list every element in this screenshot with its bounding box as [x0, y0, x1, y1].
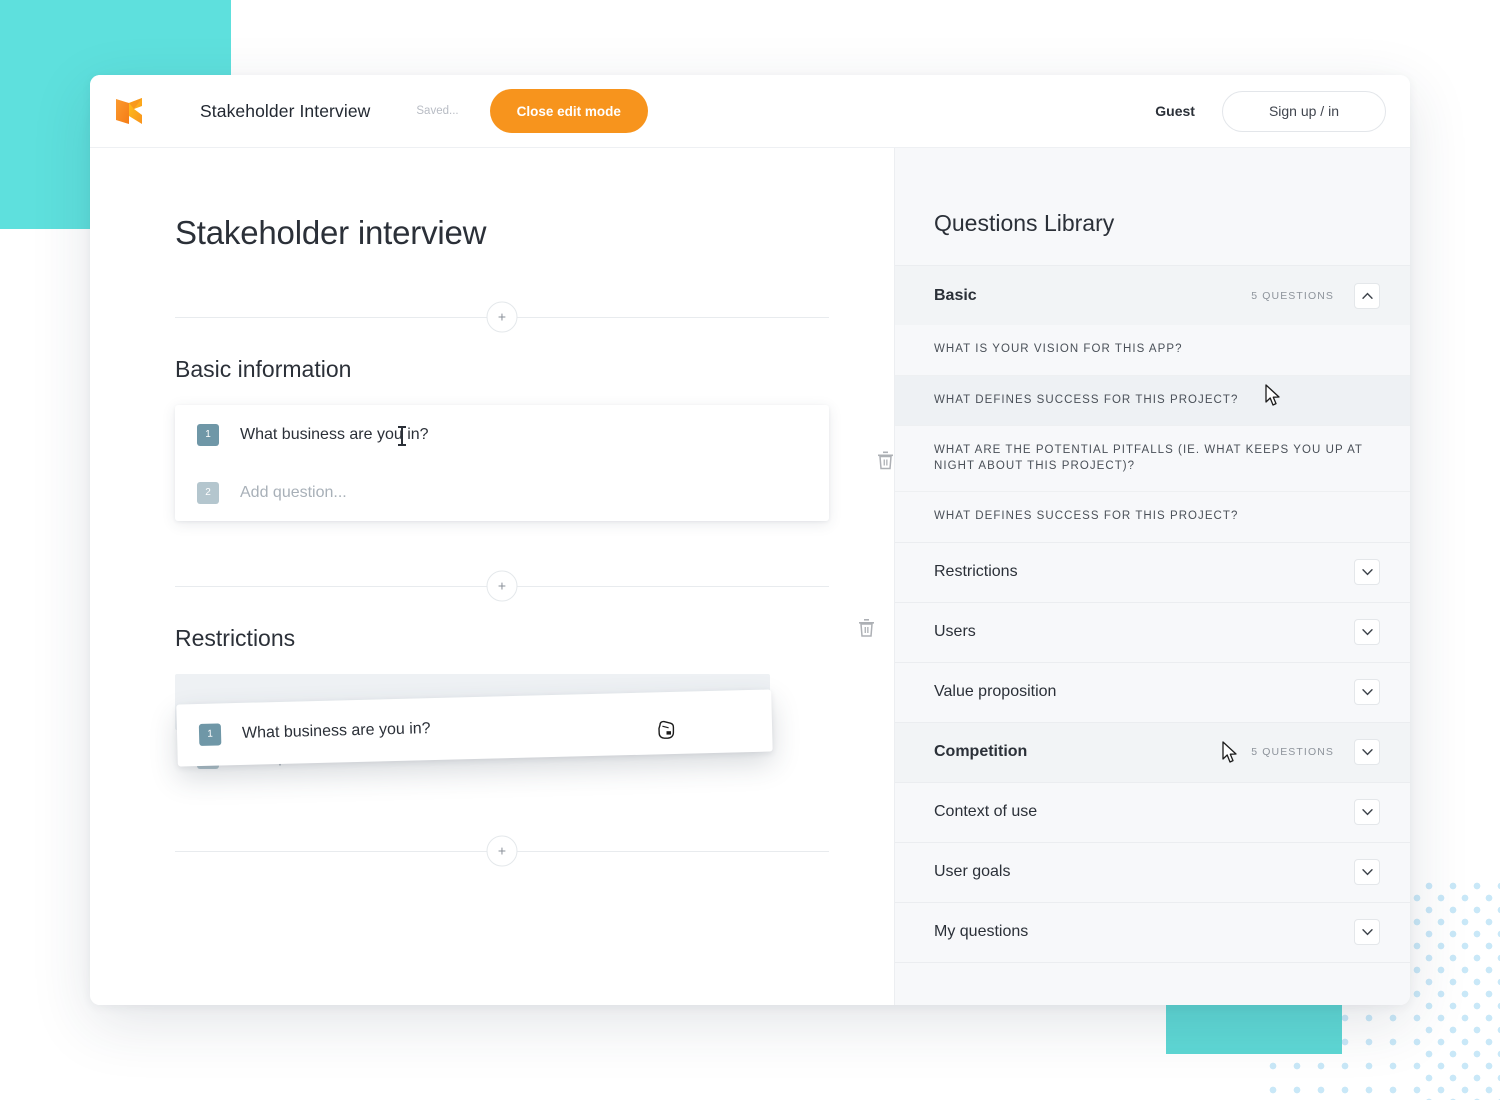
app-window: Stakeholder Interview Saved... Close edi…	[90, 75, 1410, 1005]
trash-icon[interactable]	[858, 618, 875, 638]
question-card-basic-information: 1 What business are you in? 2 Add questi…	[175, 405, 893, 521]
user-label: Guest	[1155, 103, 1195, 119]
add-section-divider-1: +	[175, 294, 829, 340]
question-row[interactable]: 1 What business are you in?	[175, 405, 893, 470]
library-group-header[interactable]: My questions	[895, 903, 1410, 962]
add-section-button[interactable]: +	[486, 570, 518, 602]
library-group-users: Users	[895, 603, 1410, 663]
add-question-row[interactable]: 2 Add question...	[175, 465, 829, 521]
library-group-header[interactable]: User goals	[895, 843, 1410, 902]
app-topbar: Stakeholder Interview Saved... Close edi…	[90, 75, 1410, 148]
library-group-header[interactable]: Competition 5 QUESTIONS	[895, 723, 1410, 782]
library-group-user-goals: User goals	[895, 843, 1410, 903]
document-title[interactable]: Stakeholder Interview	[200, 101, 370, 122]
chevron-down-icon[interactable]	[1354, 919, 1380, 946]
decorative-teal-square-bottom-right	[1166, 1002, 1342, 1054]
library-group-name: Value proposition	[934, 683, 1057, 701]
library-group-name: My questions	[934, 923, 1029, 941]
app-logo-icon[interactable]	[112, 94, 146, 128]
library-group-header[interactable]: Value proposition	[895, 663, 1410, 722]
library-group-header[interactable]: Context of use	[895, 783, 1410, 842]
saved-status: Saved...	[416, 105, 459, 117]
delete-question-button[interactable]	[877, 451, 894, 476]
library-question-item[interactable]: WHAT DEFINES SUCCESS FOR THIS PROJECT?	[895, 492, 1410, 542]
editor-pane: Stakeholder interview + Basic informatio…	[90, 148, 894, 1005]
add-section-divider-2: +	[175, 563, 829, 609]
library-group-restrictions: Restrictions	[895, 543, 1410, 603]
library-group-header[interactable]: Restrictions	[895, 543, 1410, 602]
library-question-item[interactable]: WHAT IS YOUR VISION FOR THIS APP?	[895, 325, 1410, 376]
add-section-divider-3: +	[175, 828, 829, 874]
question-number-badge: 1	[198, 723, 222, 746]
section-title[interactable]: Basic information	[175, 356, 351, 383]
decorative-dot-pattern-right	[1411, 880, 1500, 1100]
add-section-button[interactable]: +	[486, 835, 518, 867]
library-group-name: User goals	[934, 863, 1011, 881]
trash-icon[interactable]	[877, 451, 894, 471]
library-group-my-questions: My questions	[895, 903, 1410, 963]
chevron-down-icon[interactable]	[1354, 859, 1380, 886]
library-group-name: Context of use	[934, 803, 1038, 821]
library-group-context-of-use: Context of use	[895, 783, 1410, 843]
section-title[interactable]: Restrictions	[175, 625, 295, 652]
sign-up-in-button[interactable]: Sign up / in	[1221, 90, 1386, 132]
library-group-value-proposition: Value proposition	[895, 663, 1410, 723]
drag-drop-zone-restrictions: 2 Add question... 1 What business are yo…	[175, 674, 829, 786]
page-title[interactable]: Stakeholder interview	[175, 214, 829, 252]
app-body: Stakeholder interview + Basic informatio…	[90, 148, 1410, 1005]
question-text[interactable]: What business are you in?	[242, 720, 431, 743]
topbar-right-group: Guest Sign up / in	[1155, 90, 1410, 132]
library-group-name: Users	[934, 623, 976, 641]
library-question-item[interactable]: WHAT ARE THE POTENTIAL PITFALLS (IE. WHA…	[895, 426, 1410, 493]
add-question-placeholder[interactable]: Add question...	[240, 484, 347, 502]
library-group-question-count: 5 QUESTIONS	[1251, 289, 1334, 302]
library-group-competition: Competition 5 QUESTIONS	[895, 722, 1410, 783]
questions-library-pane: Questions Library Basic 5 QUESTIONS WHAT I…	[894, 148, 1410, 1005]
library-group-header[interactable]: Basic 5 QUESTIONS	[895, 266, 1410, 325]
chevron-down-icon[interactable]	[1354, 679, 1380, 706]
chevron-down-icon[interactable]	[1354, 799, 1380, 826]
library-question-list: WHAT IS YOUR VISION FOR THIS APP? WHAT DE…	[895, 325, 1410, 542]
library-group-list: Basic 5 QUESTIONS WHAT IS YOUR VISION FOR …	[895, 266, 1410, 963]
section-header-basic-information: Basic information	[175, 340, 829, 383]
library-title: Questions Library	[934, 210, 1115, 236]
chevron-down-icon[interactable]	[1354, 739, 1380, 766]
chevron-down-icon[interactable]	[1354, 619, 1380, 646]
library-header: Questions Library	[895, 148, 1410, 266]
close-edit-mode-button[interactable]: Close edit mode	[489, 89, 648, 133]
library-group-name: Basic	[934, 286, 977, 304]
library-group-name: Restrictions	[934, 563, 1018, 581]
library-group-basic: Basic 5 QUESTIONS WHAT IS YOUR VISION FOR …	[895, 266, 1410, 543]
chevron-down-icon[interactable]	[1354, 559, 1380, 586]
delete-section-button[interactable]	[858, 618, 875, 643]
library-footer-spacer	[895, 963, 1410, 1005]
question-number-badge: 1	[197, 424, 219, 446]
chevron-up-icon[interactable]	[1354, 282, 1380, 309]
question-number-badge: 2	[197, 482, 219, 504]
library-group-name: Competition	[934, 743, 1028, 761]
library-question-item[interactable]: WHAT DEFINES SUCCESS FOR THIS PROJECT?	[895, 375, 1410, 427]
add-section-button[interactable]: +	[486, 301, 518, 333]
library-group-question-count: 5 QUESTIONS	[1251, 746, 1334, 759]
section-header-restrictions: Restrictions	[175, 609, 874, 652]
screenshot-root: Stakeholder Interview Saved... Close edi…	[0, 0, 1500, 1100]
library-group-header[interactable]: Users	[895, 603, 1410, 662]
question-text[interactable]: What business are you in?	[240, 426, 429, 444]
